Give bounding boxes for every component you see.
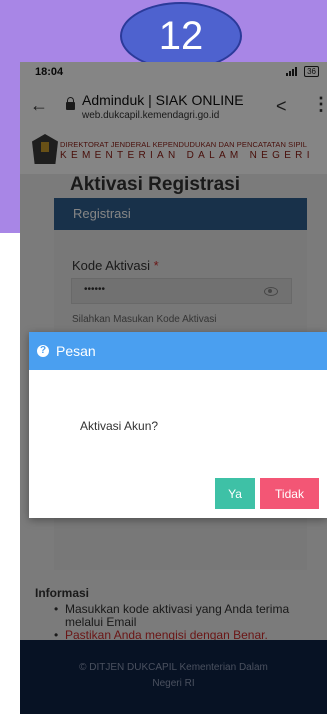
step-badge: 12 — [120, 2, 242, 70]
question-circle-icon: ? — [37, 345, 49, 357]
dialog-header: ? Pesan — [29, 332, 327, 370]
confirm-dialog: ? Pesan Aktivasi Akun? Ya Tidak — [29, 332, 327, 518]
dialog-message: Aktivasi Akun? — [80, 419, 159, 433]
dialog-title: Pesan — [56, 343, 96, 359]
yes-button[interactable]: Ya — [215, 478, 255, 509]
no-button[interactable]: Tidak — [260, 478, 319, 509]
